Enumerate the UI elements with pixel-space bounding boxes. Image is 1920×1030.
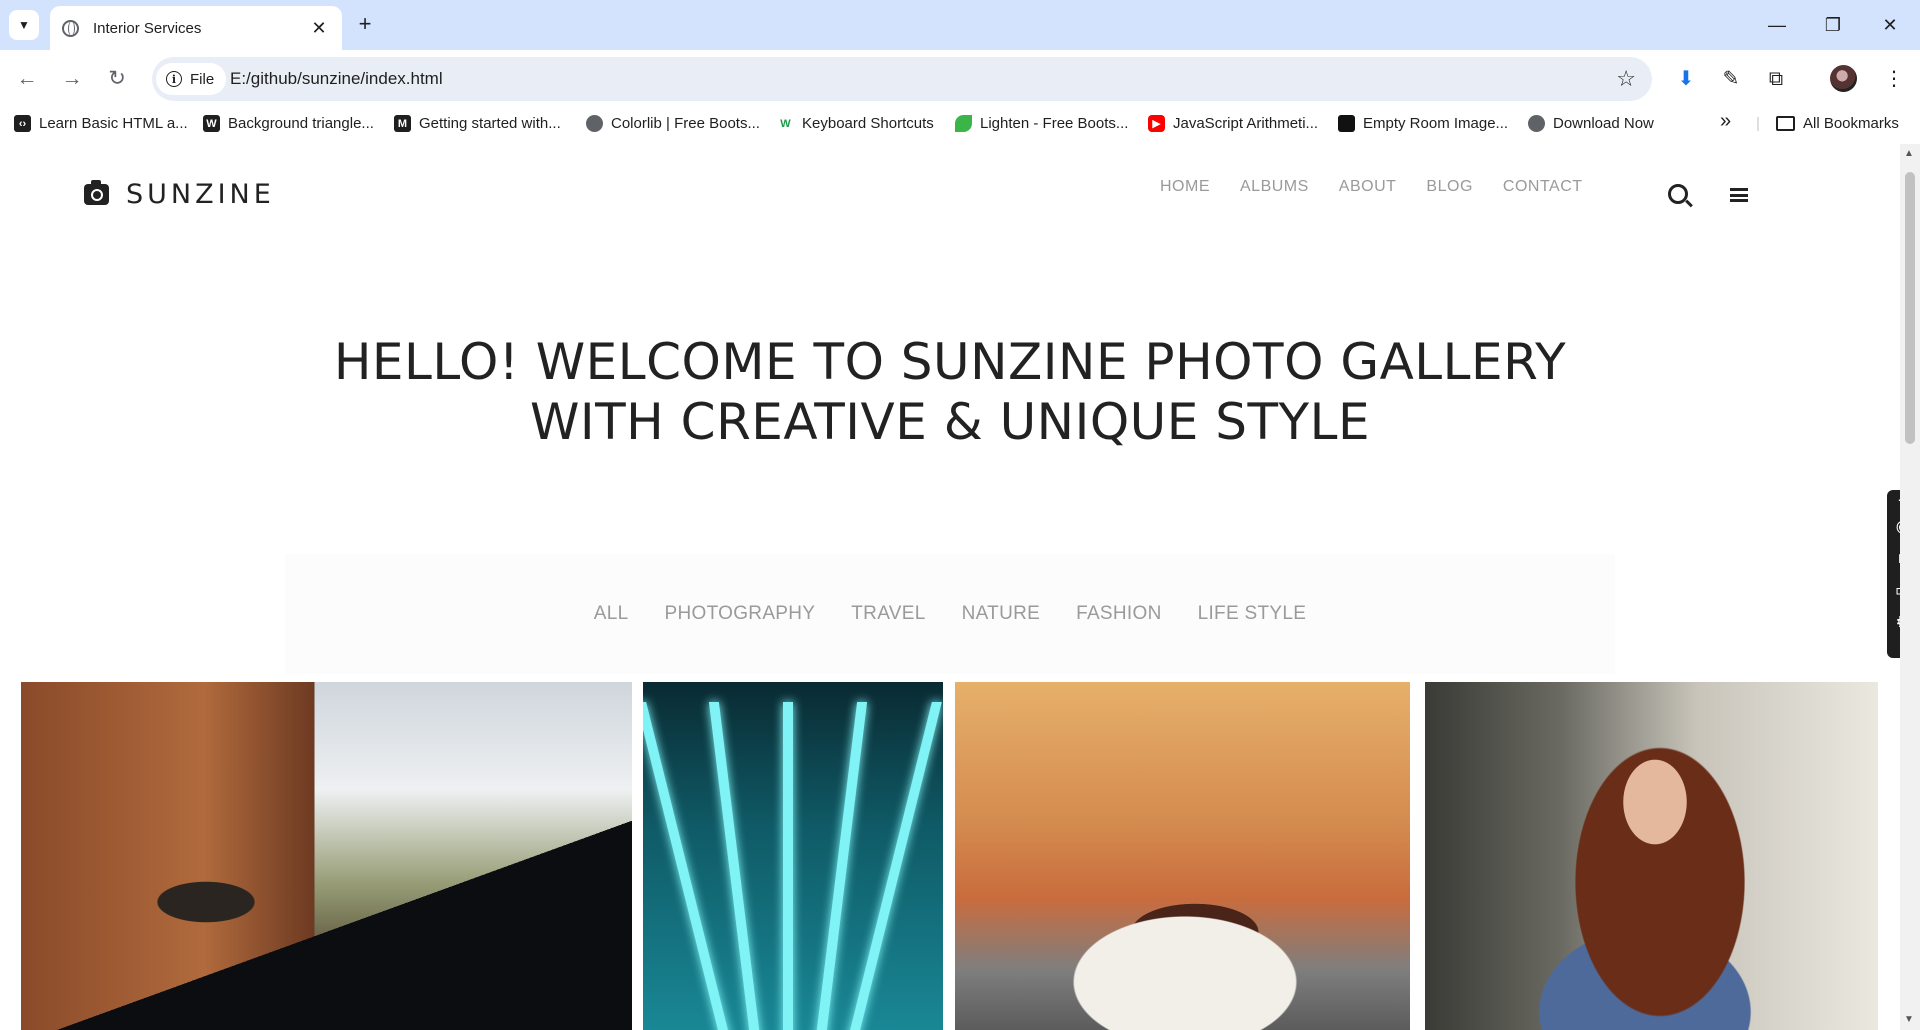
bookmark-item[interactable]: ‹› Learn Basic HTML a... — [14, 115, 188, 132]
bookmark-item[interactable]: Lighten - Free Boots... — [955, 115, 1128, 132]
tab-strip: ▼ Interior Services ✕ + — ❐ ✕ — [0, 0, 1920, 50]
chip-label: File — [190, 70, 215, 88]
bookmarks-bar: ‹› Learn Basic HTML a... W Background tr… — [0, 108, 1920, 142]
close-tab-icon[interactable]: ✕ — [308, 18, 330, 39]
bookmarks-divider: | — [1756, 115, 1760, 132]
bookmark-label: Lighten - Free Boots... — [980, 115, 1129, 132]
folder-icon — [1776, 116, 1795, 131]
all-bookmarks-label: All Bookmarks — [1803, 115, 1899, 132]
leaf-icon — [955, 115, 972, 132]
code-icon: ‹› — [14, 115, 31, 132]
page-scrollbar[interactable]: ▲ ▼ — [1900, 144, 1920, 1030]
nav-blog[interactable]: BLOG — [1426, 178, 1472, 196]
bookmark-star-icon[interactable]: ☆ — [1616, 66, 1636, 92]
new-tab-button[interactable]: + — [352, 12, 378, 38]
bookmark-label: Download Now — [1553, 115, 1654, 132]
youtube-icon: ▶ — [1148, 115, 1165, 132]
globe-icon — [62, 19, 79, 37]
nav-home[interactable]: HOME — [1160, 178, 1210, 196]
gallery-photo-woman-portrait[interactable] — [1425, 682, 1878, 1030]
kebab-menu-icon[interactable]: ⋮ — [1880, 65, 1908, 93]
bookmark-label: Background triangle... — [228, 115, 374, 132]
nav-albums[interactable]: ALBUMS — [1240, 178, 1309, 196]
bookmark-label: JavaScript Arithmeti... — [1173, 115, 1319, 132]
reload-button[interactable]: ↻ — [102, 64, 132, 94]
hero-line-1: HELLO! WELCOME TO SUNZINE PHOTO GALLERY — [333, 333, 1567, 391]
w-icon: W — [203, 115, 220, 132]
bookmark-item[interactable]: W Keyboard Shortcuts — [777, 115, 934, 132]
scroll-down-arrow-icon[interactable]: ▼ — [1904, 1014, 1914, 1025]
bookmark-item[interactable]: Colorlib | Free Boots... — [586, 115, 760, 132]
site-info-chip[interactable]: i File — [156, 63, 227, 95]
restore-button[interactable]: ❐ — [1813, 10, 1853, 40]
gallery-photo-neon-lamp[interactable] — [643, 682, 943, 1030]
arrow-left-icon: ← — [16, 67, 38, 90]
filter-photography[interactable]: PHOTOGRAPHY — [665, 603, 816, 625]
bookmarks-overflow-button[interactable]: » — [1720, 110, 1731, 133]
bookmark-item[interactable]: Empty Room Image... — [1338, 115, 1508, 132]
filter-travel[interactable]: TRAVEL — [851, 603, 925, 625]
eyedropper-extension-icon[interactable]: ✎ — [1717, 65, 1745, 93]
logo-text: SUNZINE — [126, 179, 275, 210]
reload-icon: ↻ — [108, 67, 126, 90]
m-icon: M — [394, 115, 411, 132]
scrollbar-thumb[interactable] — [1905, 172, 1915, 444]
w-icon: W — [780, 117, 791, 130]
bookmark-item[interactable]: M Getting started with... — [394, 115, 561, 132]
bookmark-label: Keyboard Shortcuts — [802, 115, 934, 132]
filter-fashion[interactable]: FASHION — [1076, 603, 1162, 625]
bookmark-item[interactable]: ▶ JavaScript Arithmeti... — [1148, 115, 1318, 132]
hamburger-menu-icon[interactable] — [1730, 188, 1748, 202]
close-window-button[interactable]: ✕ — [1870, 10, 1910, 40]
neon-stripe — [812, 702, 868, 1030]
gallery-photo-cabin-interior[interactable] — [21, 682, 632, 1030]
bookmark-item[interactable]: Download Now — [1528, 115, 1654, 132]
address-bar[interactable]: i File E:/github/sunzine/index.html ☆ — [152, 57, 1652, 101]
filter-life-style[interactable]: LIFE STYLE — [1198, 603, 1307, 625]
gallery-photo-steak-dinner[interactable] — [955, 682, 1410, 1030]
tab-title: Interior Services — [93, 19, 202, 37]
all-bookmarks-button[interactable]: All Bookmarks — [1776, 115, 1899, 132]
hero-line-2: WITH CREATIVE & UNIQUE STYLE — [529, 393, 1371, 451]
bookmark-label: Empty Room Image... — [1363, 115, 1509, 132]
bookmark-label: Learn Basic HTML a... — [39, 115, 188, 132]
neon-stripe — [783, 702, 793, 1030]
filter-nature[interactable]: NATURE — [962, 603, 1041, 625]
page-viewport: SUNZINE HOME ALBUMS ABOUT BLOG CONTACT H… — [0, 144, 1900, 1030]
square-icon — [1338, 115, 1355, 132]
bookmark-label: Getting started with... — [419, 115, 561, 132]
minimize-button[interactable]: — — [1757, 10, 1797, 40]
url-text[interactable]: E:/github/sunzine/index.html — [230, 69, 443, 89]
globe-icon — [1528, 115, 1545, 132]
info-icon: i — [166, 71, 182, 87]
nav-contact[interactable]: CONTACT — [1503, 178, 1583, 196]
search-icon[interactable] — [1668, 184, 1688, 204]
filter-all[interactable]: ALL — [594, 603, 629, 625]
camera-icon — [84, 180, 109, 205]
tab-search-button[interactable]: ▼ — [9, 10, 39, 40]
back-button[interactable]: ← — [12, 64, 42, 94]
chevron-down-icon: ▼ — [18, 18, 30, 32]
globe-icon — [586, 115, 603, 132]
arrow-right-icon: → — [61, 67, 83, 90]
browser-toolbar: ← → ↻ i File E:/github/sunzine/index.htm… — [0, 50, 1920, 108]
bookmark-item[interactable]: W Background triangle... — [203, 115, 374, 132]
profile-avatar[interactable] — [1830, 65, 1857, 92]
nav-about[interactable]: ABOUT — [1339, 178, 1397, 196]
neon-stripe — [708, 702, 764, 1030]
bookmark-label: Colorlib | Free Boots... — [611, 115, 760, 132]
browser-tab[interactable]: Interior Services ✕ — [50, 6, 342, 50]
main-nav: HOME ALBUMS ABOUT BLOG CONTACT — [1160, 178, 1613, 196]
scroll-up-arrow-icon[interactable]: ▲ — [1904, 148, 1914, 159]
extensions-puzzle-icon[interactable]: ⧉ — [1762, 65, 1790, 93]
gallery-filter-bar: ALL PHOTOGRAPHY TRAVEL NATURE FASHION LI… — [285, 554, 1615, 674]
download-extension-icon[interactable]: ⬇ — [1672, 65, 1700, 93]
site-logo[interactable]: SUNZINE — [84, 179, 275, 210]
forward-button[interactable]: → — [57, 64, 87, 94]
hero-heading: HELLO! WELCOME TO SUNZINE PHOTO GALLERY … — [0, 332, 1900, 452]
